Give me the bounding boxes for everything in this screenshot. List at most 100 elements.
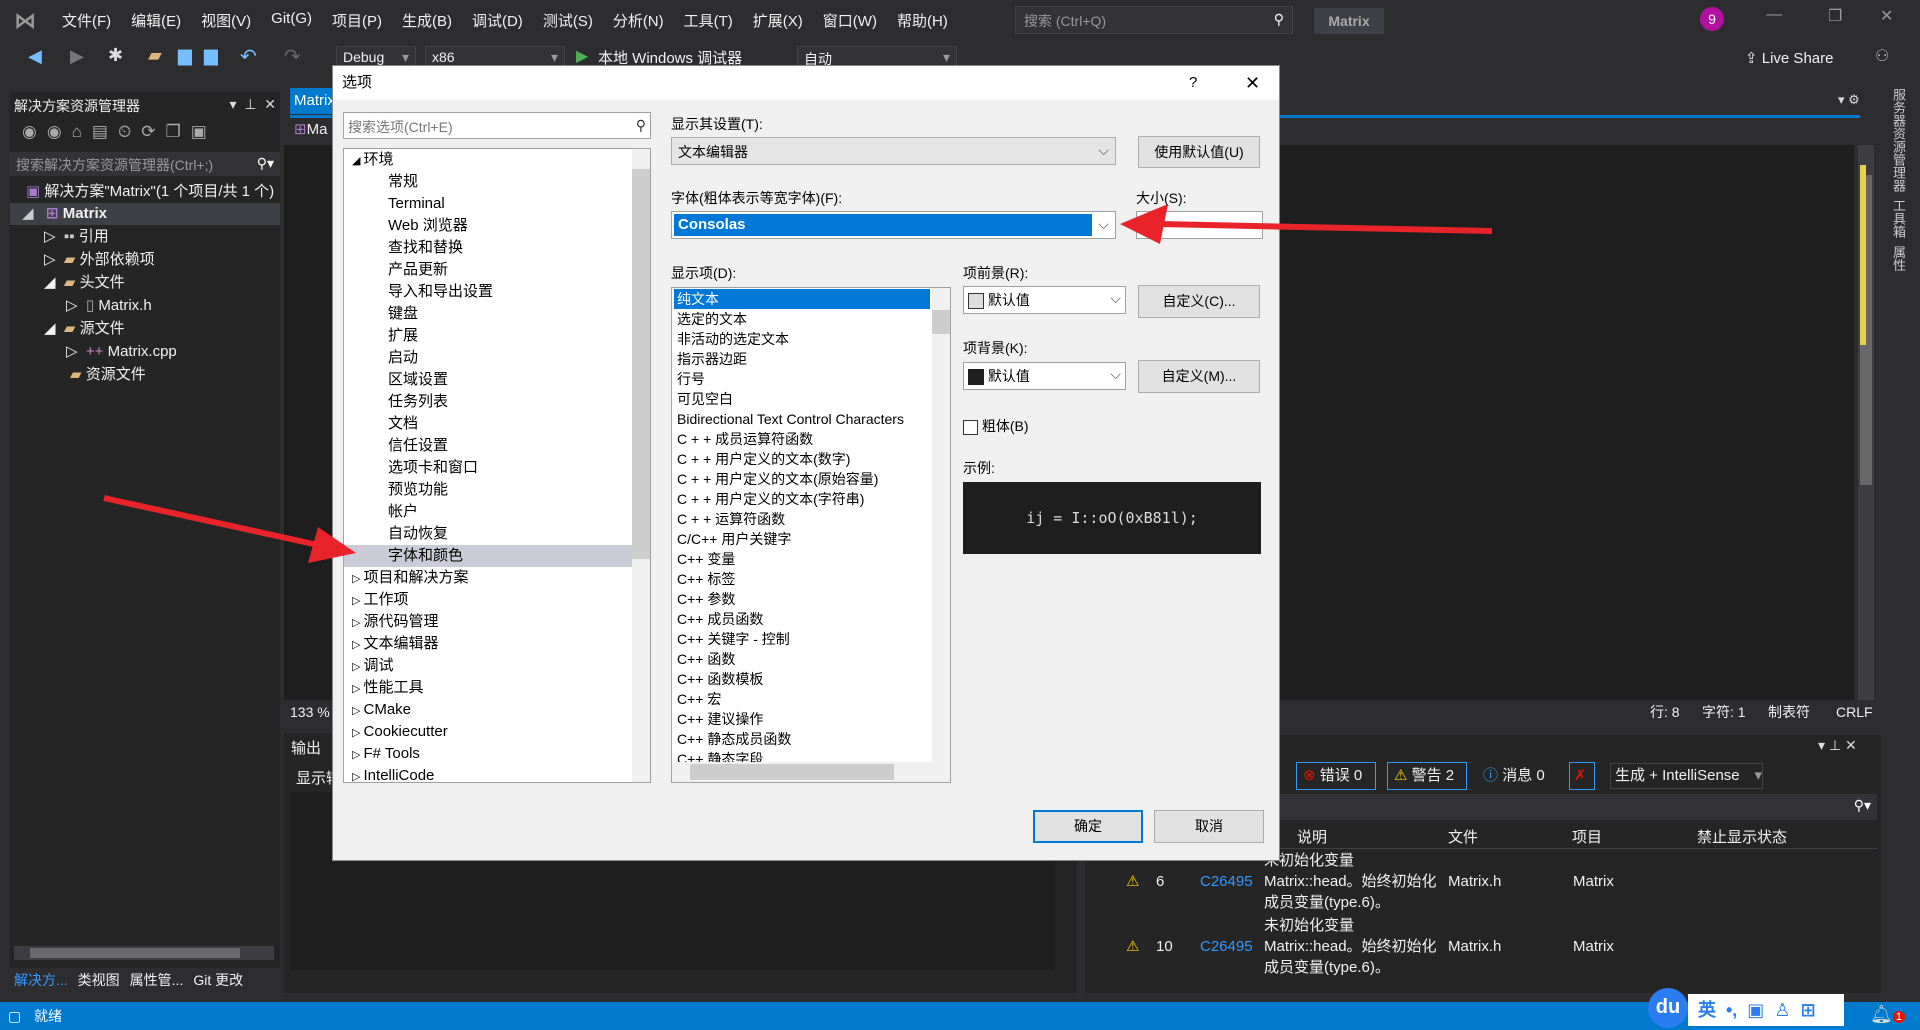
use-defaults-button[interactable]: 使用默认值(U) [1138, 136, 1260, 168]
scope-select[interactable]: 生成 + IntelliSense ▾ [1610, 763, 1763, 789]
undo-icon[interactable]: ↶ [240, 44, 257, 69]
error-code-link[interactable]: C26495 [1200, 871, 1253, 892]
project-node[interactable]: ◢ ⊞ Matrix [10, 203, 280, 225]
menu-item[interactable]: 视图(V) [191, 10, 261, 31]
display-item[interactable]: 非活动的选定文本 [674, 329, 930, 349]
show-settings-select[interactable]: 文本编辑器 ⌵ [671, 137, 1116, 165]
options-tree-item[interactable]: ▷ 源代码管理 [344, 611, 632, 633]
properties-tab[interactable]: 属性 [1891, 245, 1906, 271]
menu-item[interactable]: 生成(B) [392, 10, 462, 31]
options-tree-item[interactable]: ▷ Cookiecutter [344, 721, 632, 743]
options-tree-item[interactable]: 导入和导出设置 [344, 281, 632, 303]
tree-item-sources[interactable]: ◢ ▰ 源文件 [44, 318, 125, 340]
options-tree-item[interactable]: ▷ 性能工具 [344, 677, 632, 699]
menu-item[interactable]: 工具(T) [674, 10, 743, 31]
tree-item-references[interactable]: ▷ ▪▪ 引用 [44, 226, 109, 248]
options-tree-item[interactable]: 预览功能 [344, 479, 632, 501]
display-item[interactable]: C + + 运算符函数 [674, 509, 930, 529]
display-item[interactable]: C++ 建议操作 [674, 709, 930, 729]
tree-item-resources[interactable]: ▰ 资源文件 [70, 364, 146, 386]
solution-search-input[interactable]: 搜索解决方案资源管理器(Ctrl+;) ⚲▾ [10, 152, 280, 176]
size-input[interactable] [1136, 211, 1263, 239]
options-search-input[interactable]: 搜索选项(Ctrl+E) ⚲ [343, 112, 651, 139]
options-tree-item[interactable]: 常规 [344, 171, 632, 193]
options-tree-item[interactable]: 帐户 [344, 501, 632, 523]
options-tree-item[interactable]: ▷ CMake [344, 699, 632, 721]
solution-explorer-toolbar[interactable]: ◉◉⌂▤⏲⟳❐▣ [22, 122, 217, 142]
display-item[interactable]: Bidirectional Text Control Characters [674, 409, 930, 429]
toolbox-tab[interactable]: 工具箱 [1891, 199, 1906, 238]
tree-scrollbar[interactable] [632, 149, 650, 782]
list-scrollbar[interactable] [932, 288, 950, 762]
tree-item-headers[interactable]: ◢ ▰ 头文件 [44, 272, 125, 294]
display-item[interactable]: 行号 [674, 369, 930, 389]
foreground-select[interactable]: 默认值 ⌵ [963, 286, 1126, 314]
display-item[interactable]: C++ 成员函数 [674, 609, 930, 629]
notification-bell-icon[interactable]: 🔔︎ 1 [1870, 1004, 1905, 1025]
options-tree-item[interactable]: 扩展 [344, 325, 632, 347]
options-tree-item[interactable]: ▷ 文本编辑器 [344, 633, 632, 655]
cancel-button[interactable]: 取消 [1154, 810, 1264, 843]
menu-item[interactable]: 项目(P) [322, 10, 392, 31]
bottom-tab[interactable]: Git 更改 [193, 968, 243, 992]
background-select[interactable]: 默认值 ⌵ [963, 362, 1126, 390]
settings-gear-icon[interactable]: ▾ ⚙ [1838, 92, 1860, 108]
display-item[interactable]: C++ 宏 [674, 689, 930, 709]
back-icon[interactable]: ◀ [28, 46, 42, 67]
tree-item-matrix-h[interactable]: ▷ ▯ Matrix.h [66, 295, 152, 317]
display-item[interactable]: C++ 函数模板 [674, 669, 930, 689]
options-tree-item[interactable]: 区域设置 [344, 369, 632, 391]
font-select[interactable]: Consolas ⌵ [671, 211, 1116, 239]
display-item[interactable]: C + + 用户定义的文本(字符串) [674, 489, 930, 509]
options-tree-item[interactable]: ▷ F# Tools [344, 743, 632, 765]
server-explorer-tab[interactable]: 服务器资源管理器 [1891, 88, 1906, 192]
display-item[interactable]: C/C++ 用户关键字 [674, 529, 930, 549]
ime-logo[interactable]: du [1648, 988, 1688, 1028]
options-tree-item[interactable]: 信任设置 [344, 435, 632, 457]
header-description[interactable]: 说明 [1277, 826, 1327, 847]
display-item[interactable]: C++ 静态成员函数 [674, 729, 930, 749]
header-suppression[interactable]: 禁止显示状态 [1697, 826, 1787, 847]
menu-item[interactable]: 扩展(X) [743, 10, 813, 31]
options-tree-item[interactable]: 选项卡和窗口 [344, 457, 632, 479]
error-code-link[interactable]: C26495 [1200, 936, 1253, 957]
restore-button[interactable]: ❐ [1828, 6, 1842, 26]
table-row[interactable]: ⚠ 10 C26495 未初始化变量 Matrix::head。始终初始化 Ma… [1120, 915, 1820, 980]
options-tree-item[interactable]: 自动恢复 [344, 523, 632, 545]
options-tree-item[interactable]: 文档 [344, 413, 632, 435]
bottom-tab[interactable]: 解决方... [14, 968, 68, 992]
notification-badge[interactable]: 9 [1700, 7, 1724, 31]
display-item[interactable]: C++ 参数 [674, 589, 930, 609]
new-project-icon[interactable]: ✱ [108, 45, 123, 66]
display-item[interactable]: 选定的文本 [674, 309, 930, 329]
options-tree-item[interactable]: ▷ 工作项 [344, 589, 632, 611]
tree-item-external[interactable]: ▷ ▰ 外部依赖项 [44, 249, 155, 271]
options-tree-item[interactable]: ▷ 项目和解决方案 [344, 567, 632, 589]
menu-item[interactable]: 测试(S) [533, 10, 603, 31]
options-tree-item[interactable]: Web 浏览器 [344, 215, 632, 237]
options-tree-item[interactable]: Terminal [344, 193, 632, 215]
header-file[interactable]: 文件 [1448, 826, 1478, 847]
header-project[interactable]: 项目 [1572, 826, 1602, 847]
error-panel-controls[interactable]: ▾ ⊥ ✕ [1818, 737, 1857, 754]
options-tree-item[interactable]: 键盘 [344, 303, 632, 325]
menu-item[interactable]: Git(G) [261, 10, 322, 31]
menu-item[interactable]: 窗口(W) [813, 10, 887, 31]
options-tree-item[interactable]: 启动 [344, 347, 632, 369]
tabs-indicator[interactable]: 制表符 [1768, 700, 1810, 724]
options-tree-item[interactable]: 查找和替换 [344, 237, 632, 259]
menu-item[interactable]: 分析(N) [603, 10, 674, 31]
ok-button[interactable]: 确定 [1033, 810, 1143, 843]
options-tree-item[interactable]: ▷ IntelliCode [344, 765, 632, 782]
options-tree-item[interactable]: 任务列表 [344, 391, 632, 413]
eol-indicator[interactable]: CRLF [1836, 700, 1873, 724]
display-item[interactable]: C++ 标签 [674, 569, 930, 589]
dialog-close-button[interactable]: ✕ [1245, 66, 1260, 100]
help-button[interactable]: ? [1189, 66, 1197, 100]
display-item[interactable]: C++ 关键字 - 控制 [674, 629, 930, 649]
list-hscrollbar[interactable] [672, 762, 950, 782]
errors-filter-button[interactable]: ⊗ 错误 0 [1296, 762, 1376, 790]
tree-item-matrix-cpp[interactable]: ▷ ++ Matrix.cpp [66, 341, 177, 363]
bottom-tab[interactable]: 属性管... [130, 968, 184, 992]
bottom-tab[interactable]: 类视图 [78, 968, 120, 992]
